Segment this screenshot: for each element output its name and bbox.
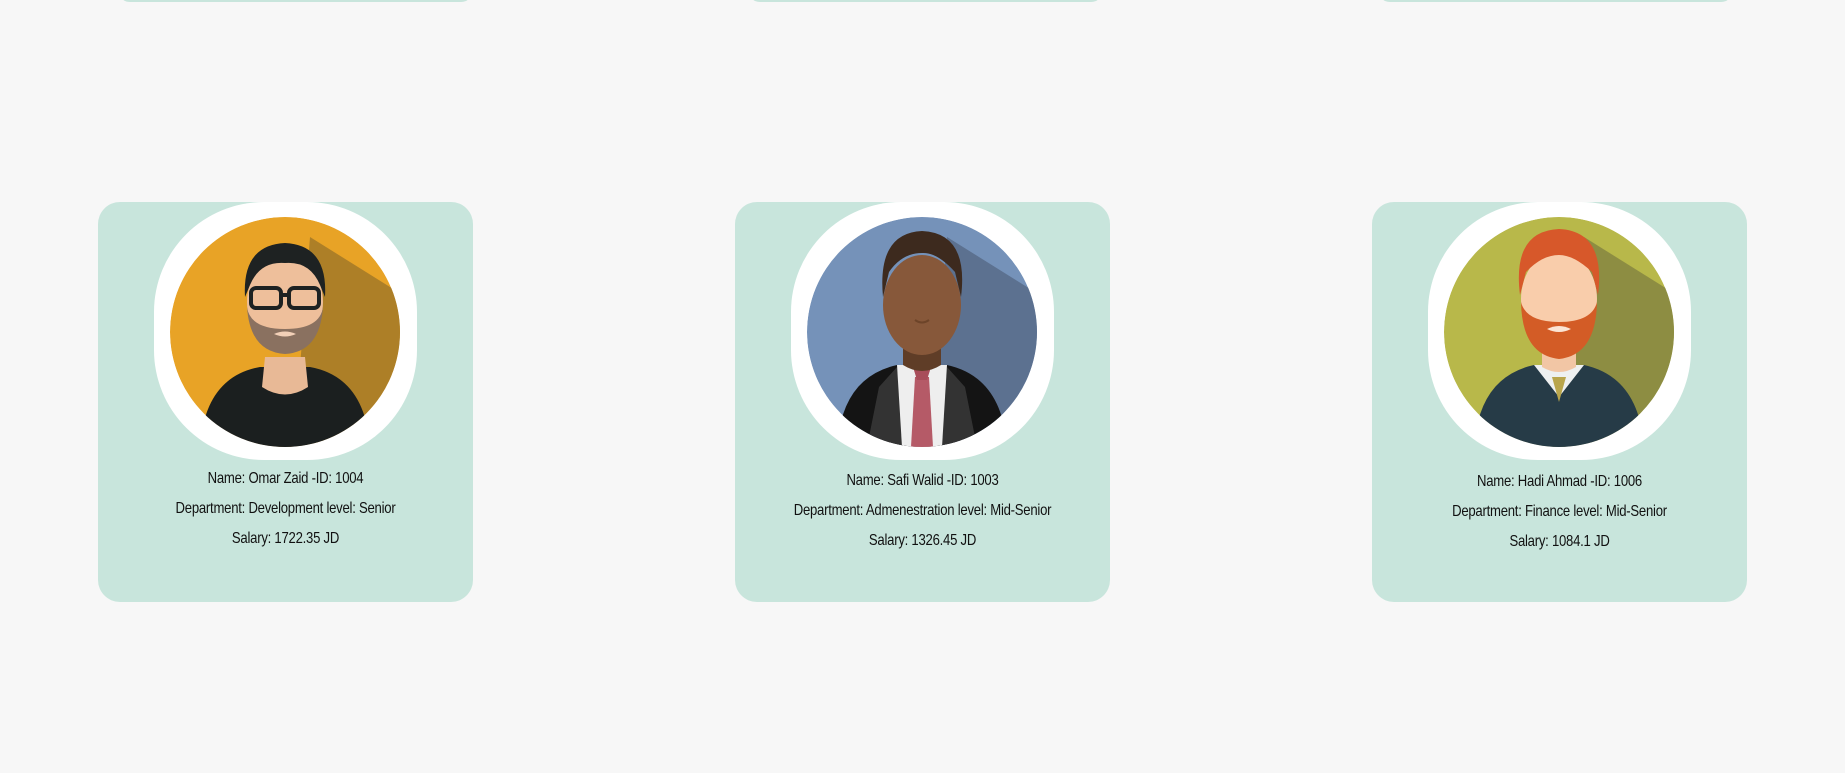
employee-department-line: Department: Admenestration level: Mid-Se…: [793, 502, 1052, 519]
man-red-beard-avatar-icon: [1444, 217, 1674, 447]
employee-name-line: Name: Omar Zaid -ID: 1004: [207, 470, 364, 487]
man-suit-tie-avatar-icon: [807, 217, 1037, 447]
employee-info: Name: Hadi Ahmad -ID: 1006 Department: F…: [1406, 467, 1714, 557]
employee-department-line: Department: Development level: Senior: [175, 500, 396, 517]
previous-row-card-edge: [748, 0, 1103, 2]
employee-salary-line: Salary: 1722.35 JD: [231, 530, 340, 547]
employee-card: Name: Omar Zaid -ID: 1004 Department: De…: [98, 202, 473, 602]
employee-name-line: Name: Safi Walid -ID: 1003: [846, 472, 999, 489]
avatar: [154, 202, 417, 460]
employee-salary-line: Salary: 1084.1 JD: [1509, 533, 1610, 550]
employee-card: Name: Hadi Ahmad -ID: 1006 Department: F…: [1372, 202, 1747, 602]
man-glasses-beard-avatar-icon: [170, 217, 400, 447]
employee-info: Name: Safi Walid -ID: 1003 Department: A…: [769, 466, 1077, 556]
employee-department-line: Department: Finance level: Mid-Senior: [1452, 503, 1667, 520]
avatar: [791, 202, 1054, 460]
employee-salary-line: Salary: 1326.45 JD: [868, 532, 977, 549]
avatar: [1428, 202, 1691, 460]
employee-card: Name: Safi Walid -ID: 1003 Department: A…: [735, 202, 1110, 602]
employee-name-line: Name: Hadi Ahmad -ID: 1006: [1477, 473, 1642, 490]
previous-row-card-edge: [118, 0, 473, 2]
employee-info: Name: Omar Zaid -ID: 1004 Department: De…: [132, 464, 440, 554]
previous-row-card-edge: [1378, 0, 1733, 2]
